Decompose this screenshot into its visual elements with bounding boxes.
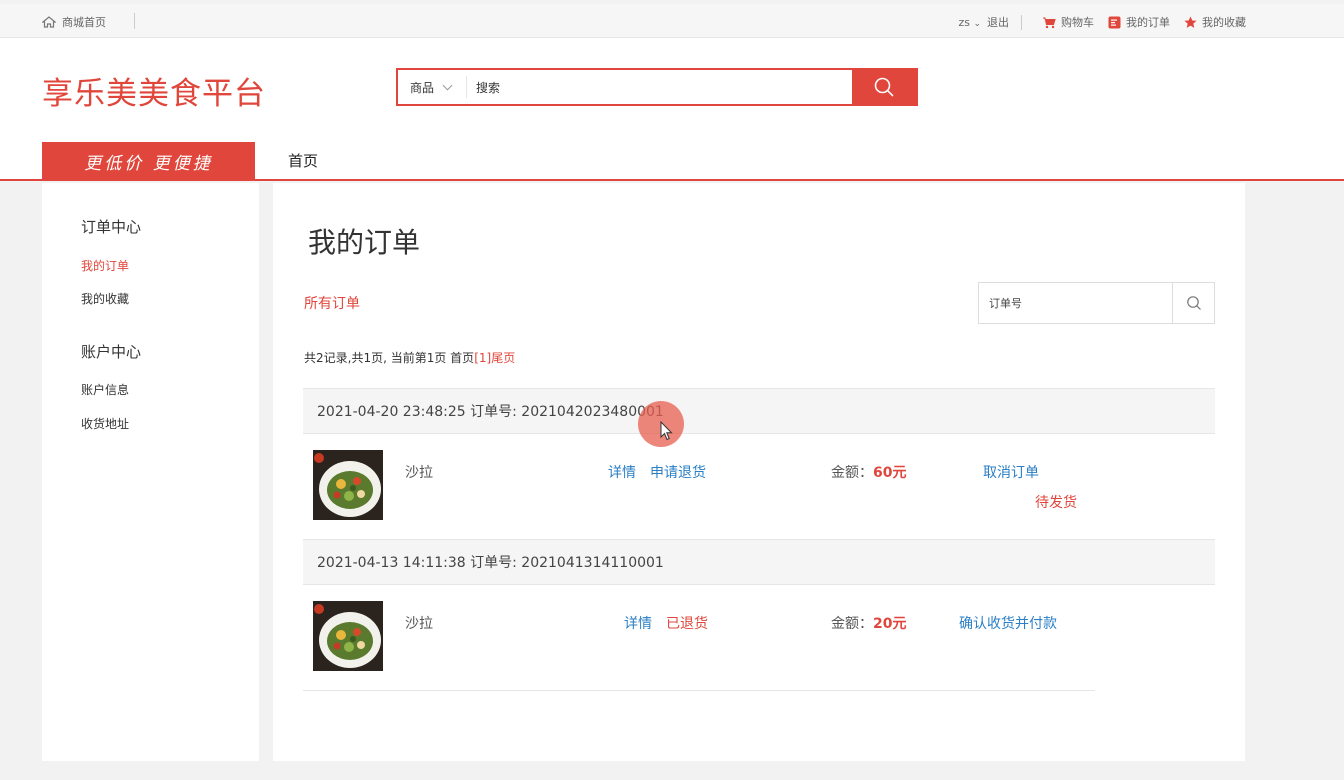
order-header: 2021-04-13 14:11:38 订单号: 202104131411000… [303,539,1215,585]
site-header: 享乐美美食平台 商品 更低价 更便捷 首页 [0,38,1344,181]
sidebar-item-my-favorites[interactable]: 我的收藏 [81,290,129,307]
divider [134,13,135,29]
amount-label: 金额： [831,465,873,481]
favorites-label: 我的收藏 [1202,16,1246,29]
top-bar-links: zs ⌄ 退出 购物车 我的订单 我的收藏 [958,14,1246,30]
order-row: 沙拉 详情 已退货 金额：20元 确认收货并付款 [303,585,1215,691]
amount-value: 20元 [873,616,907,632]
order-amount: 金额：20元 [831,613,906,633]
order-list-icon [1108,16,1121,28]
divider [466,76,467,98]
order-number-input[interactable] [989,293,1164,313]
order-status: 待发货 [1035,495,1077,511]
order-detail-link[interactable]: 详情 [624,613,652,633]
amount-label: 金额： [831,616,873,632]
username-dropdown[interactable]: zs ⌄ [958,16,981,29]
order-amount: 金额：60元 [831,462,906,482]
amount-value: 60元 [873,465,907,481]
cancel-order-link[interactable]: 取消订单 [983,462,1039,482]
product-image[interactable] [313,450,383,520]
sidebar-section-account-center: 账户中心 [81,343,142,361]
home-icon [42,16,56,28]
search-input[interactable] [476,74,836,100]
sidebar: 订单中心 我的订单 我的收藏 账户中心 账户信息 收货地址 [42,183,259,761]
nav-home[interactable]: 首页 [288,150,318,171]
logout-link[interactable]: 退出 [987,14,1009,30]
mall-home-link[interactable]: 商城首页 [42,14,106,30]
page-title: 我的订单 [308,226,421,259]
confirm-receipt-pay-link[interactable]: 确认收货并付款 [959,613,1057,633]
username: zs [958,15,970,29]
sidebar-item-account-info[interactable]: 账户信息 [81,381,129,398]
pagination: 共2记录,共1页, 当前第1页 首页[1]尾页 [304,349,515,366]
order-detail-link[interactable]: 详情 [608,462,636,482]
search-icon [874,77,894,97]
star-icon [1184,16,1197,28]
chevron-down-icon [442,80,453,91]
favorites-link[interactable]: 我的收藏 [1184,14,1246,30]
slogan-banner: 更低价 更便捷 [42,142,255,180]
order-header: 2021-04-20 23:48:25 订单号: 202104202348000… [303,388,1215,434]
pagination-last[interactable]: 尾页 [491,351,515,365]
search-button[interactable] [852,70,916,104]
cart-label: 购物车 [1061,16,1094,29]
site-logo[interactable]: 享乐美美食平台 [42,68,266,113]
divider [1021,14,1022,30]
tab-all-orders[interactable]: 所有订单 [304,293,360,313]
product-name[interactable]: 沙拉 [405,462,433,482]
chevron-down-icon: ⌄ [973,18,981,29]
pagination-first[interactable]: 首页 [450,351,474,365]
pagination-page-1[interactable]: [1] [474,351,491,365]
my-orders-link[interactable]: 我的订单 [1108,14,1170,30]
sidebar-item-my-orders[interactable]: 我的订单 [81,257,129,274]
order-search-box [978,282,1215,324]
sidebar-item-shipping-address[interactable]: 收货地址 [81,415,129,432]
search-category-select[interactable]: 商品 [410,79,453,96]
product-image[interactable] [313,601,383,671]
cart-link[interactable]: 购物车 [1042,14,1094,30]
returned-status-link[interactable]: 已退货 [666,613,708,633]
search-bar: 商品 [396,68,918,106]
request-return-link[interactable]: 申请退货 [650,462,706,482]
product-name[interactable]: 沙拉 [405,613,433,633]
cart-icon [1043,17,1056,28]
order-row: 沙拉 详情 申请退货 金额：60元 取消订单 待发货 [303,434,1215,540]
pagination-summary: 共2记录,共1页, 当前第1页 [304,351,451,365]
my-orders-label: 我的订单 [1126,16,1170,29]
search-icon [1186,296,1201,310]
sidebar-section-order-center: 订单中心 [81,218,142,236]
top-bar: 商城首页 zs ⌄ 退出 购物车 我的订单 我的收藏 [0,4,1344,38]
main-content: 我的订单 所有订单 共2记录,共1页, 当前第1页 首页[1]尾页 2021-0… [273,183,1245,761]
mall-home-label: 商城首页 [62,16,106,29]
divider [303,690,1095,691]
search-category-label: 商品 [410,81,435,95]
order-search-button[interactable] [1172,283,1214,323]
